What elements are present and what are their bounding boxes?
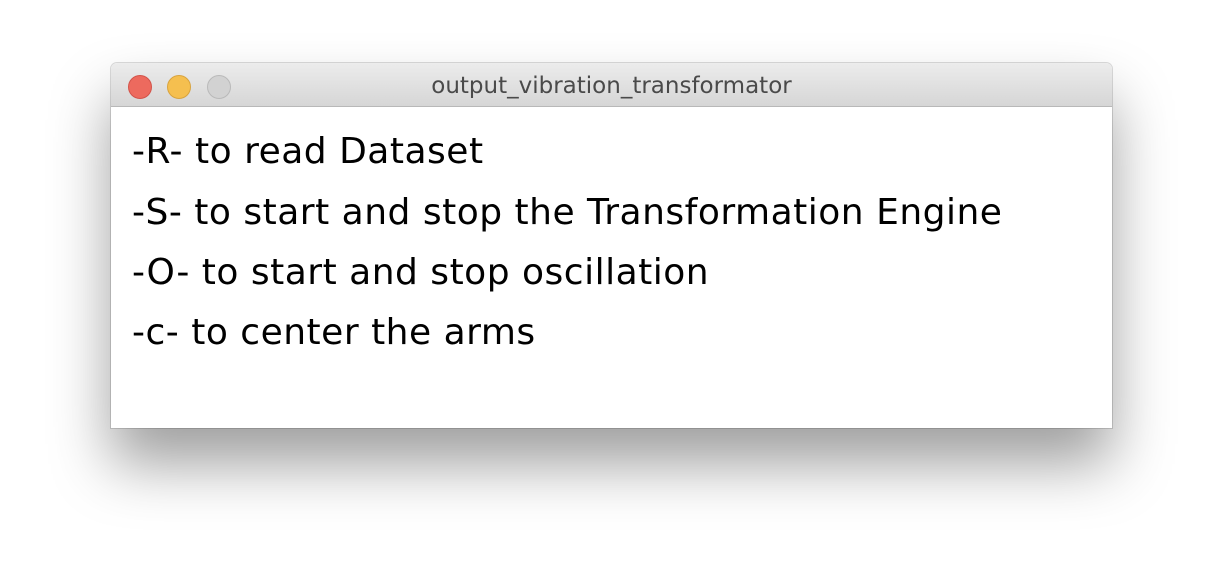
window-title: output_vibration_transformator (431, 73, 792, 99)
content-area: -R- to read Dataset -S- to start and sto… (111, 107, 1112, 428)
instruction-center-arms: -c- to center the arms (132, 312, 536, 353)
title-bar[interactable]: output_vibration_transformator (111, 63, 1112, 107)
app-window: output_vibration_transformator -R- to re… (111, 63, 1112, 428)
instruction-oscillation: -O- to start and stop oscillation (132, 252, 710, 293)
instruction-read-dataset: -R- to read Dataset (132, 131, 484, 172)
instruction-transformation-engine: -S- to start and stop the Transformation… (132, 192, 1003, 233)
